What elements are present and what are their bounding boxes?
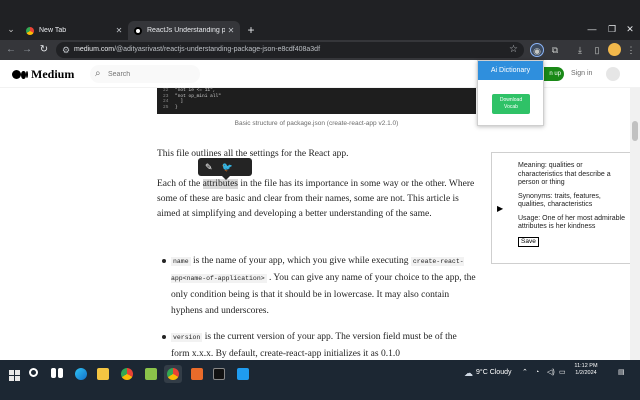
highlight-toolbar: ✎ 🐦 — [198, 158, 252, 176]
tab-close-icon[interactable]: ✕ — [225, 26, 237, 35]
medium-logo-text: Medium — [31, 67, 75, 81]
system-clock[interactable]: 11:12 PM 1/2/2024 — [566, 363, 606, 377]
meaning-text: Meaning: qualities or characteristics th… — [518, 162, 611, 186]
list-item: name is the name of your app, which you … — [160, 253, 476, 319]
ai-dictionary-title: Ai Dictionary — [478, 61, 543, 80]
medium-logo-mark-icon — [12, 70, 28, 79]
edge-browser-icon[interactable] — [72, 365, 90, 383]
search-input[interactable] — [108, 67, 196, 81]
windows-taskbar: ☁ 9°C Cloudy ⌃ ◔ ◁) ▭ 11:12 PM 1/2/2024 … — [0, 360, 640, 400]
tray-chevron-icon[interactable]: ⌃ — [522, 368, 528, 378]
tab-title: ReactJs Understanding packag — [147, 27, 225, 34]
scrollbar-thumb[interactable] — [632, 121, 638, 141]
weather-text: 9°C Cloudy — [476, 369, 512, 376]
twitter-bird-icon[interactable]: 🐦 — [222, 161, 233, 173]
weather-widget[interactable]: ☁ 9°C Cloudy — [464, 368, 511, 378]
extensions-puzzle-icon[interactable]: ⧉ — [548, 43, 562, 57]
reload-icon[interactable]: ↻ — [37, 43, 51, 57]
bullet-dot-icon — [162, 335, 166, 339]
tab-new-tab[interactable]: New Tab ✕ — [20, 21, 128, 40]
task-view-icon[interactable] — [48, 365, 66, 383]
chrome-active-taskbar-icon[interactable] — [164, 365, 182, 383]
terminal-icon[interactable] — [210, 365, 228, 383]
close-window-icon[interactable]: ✕ — [620, 22, 640, 36]
code-block: 22 "not ie <= 11", 23 "not op_mini all" 24… — [157, 88, 476, 114]
ai-dictionary-popup: Ai Dictionary Download Vocab — [477, 60, 544, 126]
tab-close-icon[interactable]: ✕ — [113, 26, 125, 35]
network-icon[interactable]: ◔ — [535, 368, 539, 378]
page-scrollbar[interactable] — [630, 88, 640, 360]
photos-app-icon[interactable] — [188, 365, 206, 383]
restore-icon[interactable]: ❐ — [602, 22, 622, 36]
notifications-icon[interactable]: ▤ — [618, 368, 625, 378]
search-icon: ⌕ — [95, 68, 101, 79]
address-bar[interactable]: ⚙ medium.com/@adityasrivast/reactjs-unde… — [56, 42, 524, 58]
notepad-plus-icon[interactable] — [142, 365, 160, 383]
inline-code: name — [171, 257, 191, 266]
code-line: 25} — [163, 104, 178, 110]
more-menu-icon[interactable]: ⋮ — [624, 43, 638, 57]
start-button[interactable] — [4, 365, 24, 385]
profile-avatar-icon[interactable] — [608, 43, 621, 56]
sign-in-link[interactable]: Sign in — [571, 68, 592, 80]
forward-arrow-icon[interactable]: → — [20, 43, 34, 57]
download-icon[interactable]: ⤓ — [573, 43, 587, 57]
meaning-body: Meaning: qualities or characteristics th… — [518, 162, 628, 247]
word-meaning-panel: ▶ Meaning: qualities or characteristics … — [491, 152, 632, 264]
medium-favicon-icon — [134, 26, 142, 35]
synonyms-text: Synonyms: traits, features, qualities, c… — [518, 192, 601, 209]
minimize-icon[interactable]: — — [582, 22, 602, 36]
play-audio-icon[interactable]: ▶ — [497, 204, 503, 214]
tab-title: New Tab — [39, 27, 67, 34]
clock-time: 11:12 PM — [574, 363, 598, 369]
side-panel-icon[interactable]: ▯ — [590, 43, 604, 57]
url-text: medium.com/@adityasrivast/reactjs-unders… — [74, 46, 321, 53]
battery-icon[interactable]: ▭ — [559, 368, 566, 378]
site-info-icon[interactable]: ⚙ — [62, 44, 70, 56]
paragraph-attributes: Each of the attributes in the file has i… — [157, 179, 475, 219]
search-box[interactable]: ⌕ — [90, 65, 200, 83]
chrome-favicon-icon — [26, 26, 34, 35]
chrome-taskbar-icon[interactable] — [118, 365, 136, 383]
highlighted-word[interactable]: attributes — [202, 179, 238, 189]
list-item: version is the current version of your a… — [160, 329, 476, 362]
browser-tab-strip: ⌄ New Tab ✕ ReactJs Understanding packag… — [0, 0, 640, 40]
new-tab-plus-icon[interactable]: + — [244, 23, 258, 37]
taskbar-search-icon[interactable] — [26, 365, 44, 383]
tooltip-arrow — [222, 176, 230, 180]
windows-logo-icon — [9, 370, 20, 381]
bookmark-star-icon[interactable]: ☆ — [509, 43, 518, 57]
tab-search-chevron-icon[interactable]: ⌄ — [4, 22, 18, 36]
bullet-list: name is the name of your app, which you … — [160, 253, 476, 372]
download-vocab-button[interactable]: Download Vocab — [492, 94, 530, 114]
medium-header: Medium ⌕ n up Sign in — [0, 60, 640, 88]
usage-text: Usage: One of her most admirable attribu… — [518, 214, 625, 231]
bullet-dot-icon — [162, 259, 166, 263]
clock-date: 1/2/2024 — [575, 370, 597, 376]
inline-code: version — [171, 333, 203, 342]
vscode-icon[interactable] — [234, 365, 252, 383]
volume-icon[interactable]: ◁) — [547, 368, 555, 378]
pencil-icon[interactable]: ✎ — [205, 161, 213, 173]
cloud-icon: ☁ — [464, 368, 473, 378]
figure-caption: Basic structure of package.json (create-… — [234, 120, 399, 127]
medium-logo[interactable]: Medium — [12, 67, 74, 82]
back-arrow-icon[interactable]: ← — [4, 43, 18, 57]
avatar[interactable] — [606, 67, 620, 81]
ai-dictionary-extension-icon[interactable]: ◉ — [530, 43, 544, 57]
save-button[interactable]: Save — [518, 236, 539, 247]
browser-toolbar: ← → ↻ ⚙ medium.com/@adityasrivast/reactj… — [0, 40, 640, 60]
file-explorer-icon[interactable] — [94, 365, 112, 383]
tab-medium-article[interactable]: ReactJs Understanding packag ✕ — [128, 21, 240, 40]
